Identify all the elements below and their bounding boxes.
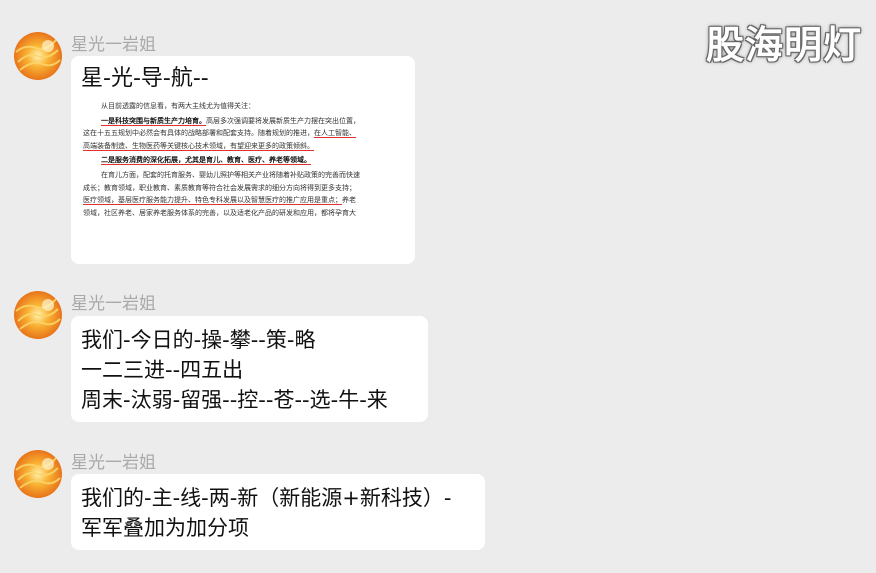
message-bubble[interactable]: 星-光-导-航-- 从目前透露的信息看，有两大主线尤为值得关注： 一是科技突围与… bbox=[71, 56, 415, 264]
doc-highlight: 医疗领域，基层医疗服务能力提升、特色专科发展以及智慧医疗的推广应用是重点； bbox=[83, 196, 342, 206]
doc-line: 从目前透露的信息看，有两大主线尤为值得关注： bbox=[101, 102, 255, 110]
document-image[interactable]: 从目前透露的信息看，有两大主线尤为值得关注： 一是科技突围与新质生产力培育。高层… bbox=[83, 100, 405, 219]
doc-highlight: 在人工智能、 bbox=[314, 129, 356, 139]
message-title: 星-光-导-航-- bbox=[81, 66, 209, 91]
doc-line: 高端装备制造、生物医药等关键核心技术领域，有望迎来更多的政策倾斜。 bbox=[83, 140, 405, 153]
orange-flower-avatar-icon bbox=[14, 32, 62, 80]
doc-line: 领域，社区养老、居家养老服务体系的完善，以及适老化产品的研发和应用，都将孕育大 bbox=[83, 208, 356, 217]
avatar[interactable] bbox=[14, 291, 62, 339]
orange-flower-avatar-icon bbox=[14, 291, 62, 339]
avatar[interactable] bbox=[14, 32, 62, 80]
doc-highlight: 一是科技突围与新质生产力培育。 bbox=[101, 116, 206, 126]
sender-name: 星光一岩姐 bbox=[71, 35, 156, 55]
doc-highlight: 二是服务消费的深化拓展，尤其是育儿、教育、医疗、养老等领域。 bbox=[101, 156, 311, 166]
message-text: 我们-今日的-操-攀--策-略 一二三进--四五出 周末-汰弱-留强--控--苍… bbox=[81, 328, 388, 412]
doc-line: 一是科技突围与新质生产力培育。高层多次强调要将发展新质生产力摆在突出位置， bbox=[101, 116, 360, 126]
message-text: 我们的-主-线-两-新（新能源+新科技）- 军军叠加为加分项 bbox=[81, 486, 452, 540]
message-bubble[interactable]: 我们的-主-线-两-新（新能源+新科技）- 军军叠加为加分项 bbox=[71, 474, 485, 550]
doc-line: 成长；教育领域，职业教育、素质教育等符合社会发展需求的细分方向将得到更多支持； bbox=[83, 183, 356, 192]
doc-line: 医疗领域，基层医疗服务能力提升、特色专科发展以及智慧医疗的推广应用是重点；养老 bbox=[83, 196, 356, 206]
doc-line: 二是服务消费的深化拓展，尤其是育儿、教育、医疗、养老等领域。 bbox=[83, 154, 405, 167]
sender-name: 星光一岩姐 bbox=[71, 294, 156, 314]
orange-flower-avatar-icon bbox=[14, 450, 62, 498]
message-bubble[interactable]: 我们-今日的-操-攀--策-略 一二三进--四五出 周末-汰弱-留强--控--苍… bbox=[71, 316, 428, 422]
doc-highlight: 高端装备制造、生物医药等关键核心技术领域， bbox=[83, 141, 230, 151]
doc-line: 这在十五五规划中必然会有具体的战略部署和配套支持。随着规划的推进，在人工智能、 bbox=[83, 129, 356, 139]
watermark-logo: 股海明灯 bbox=[705, 23, 862, 67]
doc-line: 在育儿方面，配套的托育服务、婴幼儿照护等相关产业将随着补贴政策的完善而快速 bbox=[101, 170, 360, 179]
doc-highlight: 有望迎来更多的政策倾斜。 bbox=[230, 141, 314, 151]
avatar[interactable] bbox=[14, 450, 62, 498]
sender-name: 星光一岩姐 bbox=[71, 453, 156, 473]
